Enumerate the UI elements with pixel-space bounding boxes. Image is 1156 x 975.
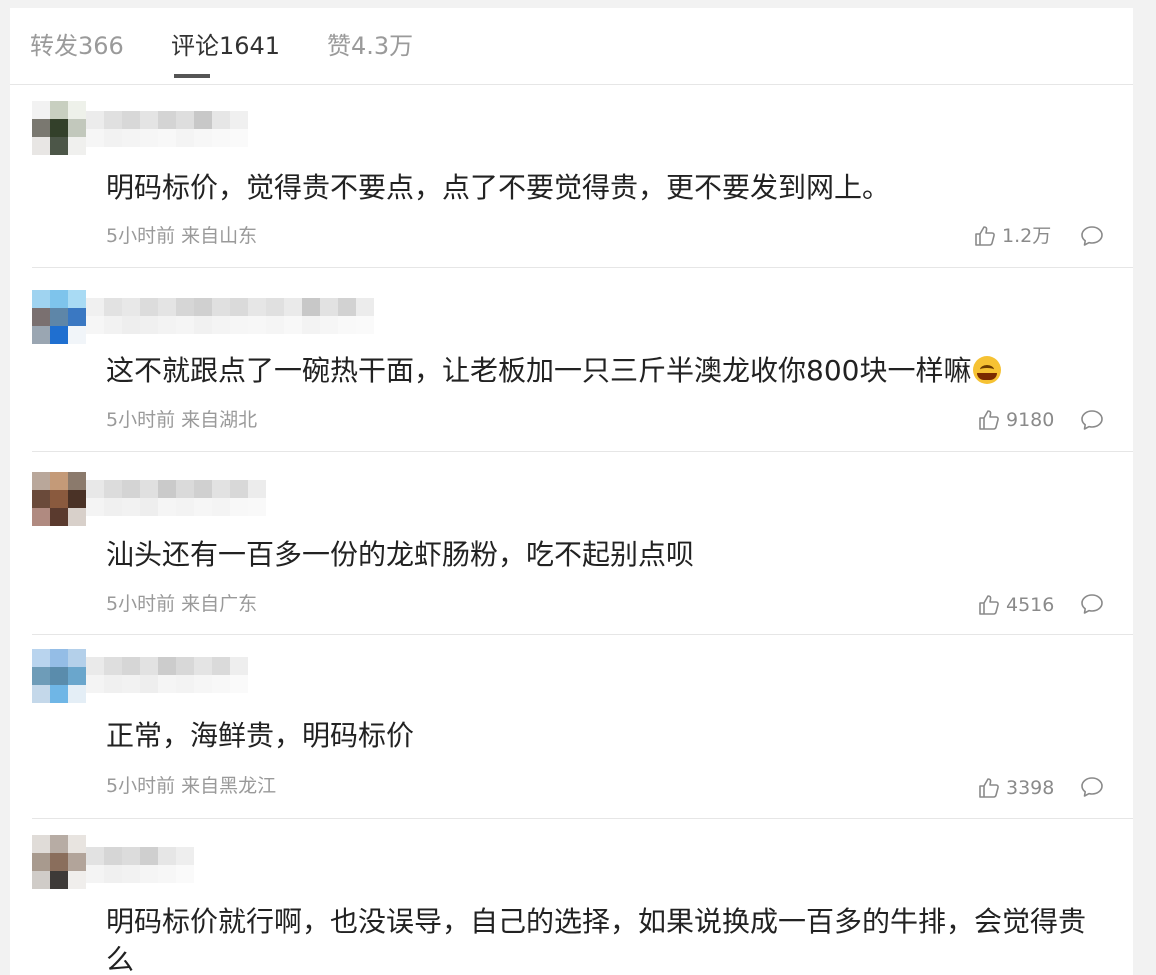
- comment-item: 明码标价就行啊，也没误导，自己的选择，如果说换成一百多的牛排，会觉得贵么: [10, 819, 1133, 975]
- like-count: 1.2万: [1002, 225, 1052, 247]
- comment-text: 正常，海鲜贵，明码标价: [106, 719, 415, 752]
- like-count: 3398: [1006, 777, 1055, 799]
- comment-meta: 5小时前 来自湖北: [106, 409, 258, 431]
- thumbs-up-icon: [975, 226, 995, 246]
- like-count: 4516: [1006, 594, 1055, 616]
- comment-text: 这不就跟点了一碗热干面，让老板加一只三斤半澳龙收你800块一样嘛: [106, 352, 1106, 390]
- comment-item: 这不就跟点了一碗热干面，让老板加一只三斤半澳龙收你800块一样嘛 5小时前 来自…: [10, 268, 1133, 452]
- comment-bubble-icon[interactable]: [1080, 225, 1104, 247]
- comment-item: 明码标价，觉得贵不要点，点了不要觉得贵，更不要发到网上。 5小时前 来自山东 1…: [10, 85, 1133, 268]
- like-button[interactable]: 4516: [978, 593, 1054, 617]
- avatar[interactable]: [32, 101, 86, 155]
- thumbs-up-icon: [979, 595, 999, 615]
- username[interactable]: [86, 847, 202, 883]
- avatar[interactable]: [32, 649, 86, 703]
- comment-meta: 5小时前 来自山东: [106, 225, 258, 247]
- comment-item: 汕头还有一百多一份的龙虾肠粉，吃不起别点呗 5小时前 来自广东 4516: [10, 452, 1133, 635]
- avatar[interactable]: [32, 472, 86, 526]
- tab-likes[interactable]: 赞4.3万: [327, 30, 413, 62]
- like-button[interactable]: 1.2万: [974, 224, 1051, 248]
- comment-bubble-icon[interactable]: [1080, 593, 1104, 615]
- comment-meta: 5小时前 来自黑龙江: [106, 775, 277, 797]
- comment-item: 正常，海鲜贵，明码标价 5小时前 来自黑龙江 3398: [10, 635, 1133, 819]
- thumbs-up-icon: [979, 778, 999, 798]
- username[interactable]: [86, 480, 274, 516]
- tab-reposts[interactable]: 转发366: [30, 30, 124, 62]
- username[interactable]: [86, 111, 256, 147]
- username[interactable]: [86, 657, 256, 693]
- avatar[interactable]: [32, 290, 86, 344]
- comment-text: 明码标价就行啊，也没误导，自己的选择，如果说换成一百多的牛排，会觉得贵么: [106, 905, 1087, 975]
- comments-panel: 转发366 评论1641 赞4.3万 明码标价，觉得贵不要点，点了不要觉得贵，更…: [10, 8, 1133, 975]
- like-button[interactable]: 3398: [978, 776, 1054, 800]
- username[interactable]: [86, 298, 374, 334]
- tab-comments[interactable]: 评论1641: [171, 30, 280, 62]
- comment-text: 明码标价，觉得贵不要点，点了不要觉得贵，更不要发到网上。: [106, 171, 891, 204]
- comment-bubble-icon[interactable]: [1080, 776, 1104, 798]
- thumbs-up-icon: [979, 410, 999, 430]
- comment-bubble-icon[interactable]: [1080, 409, 1104, 431]
- like-count: 9180: [1006, 409, 1055, 431]
- comment-text-content: 这不就跟点了一碗热干面，让老板加一只三斤半澳龙收你800块一样嘛: [106, 354, 972, 387]
- comment-meta: 5小时前 来自广东: [106, 593, 258, 615]
- active-tab-indicator: [174, 74, 210, 78]
- tab-bar: 转发366 评论1641 赞4.3万: [10, 8, 1133, 85]
- like-button[interactable]: 9180: [978, 408, 1054, 432]
- comment-text: 汕头还有一百多一份的龙虾肠粉，吃不起别点呗: [106, 538, 695, 571]
- avatar[interactable]: [32, 835, 86, 889]
- laugh-cry-emoji-icon: [973, 356, 1002, 384]
